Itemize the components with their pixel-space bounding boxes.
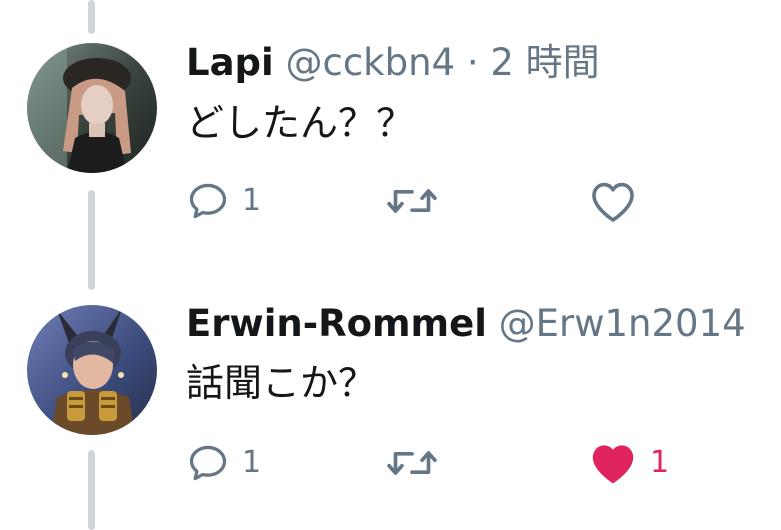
reply-count: 1 (242, 183, 262, 218)
retweet-icon (387, 189, 437, 213)
user-handle[interactable]: @Erw1n2014 (499, 302, 746, 345)
separator-dot: · (466, 41, 479, 84)
tweet[interactable]: Lapi @cckbn4 · 2 時間 どしたん？？ 1 (0, 0, 781, 260)
display-name[interactable]: Erwin-Rommel (186, 302, 487, 345)
user-avatar-photo-icon (27, 305, 157, 435)
reply-count: 1 (242, 445, 262, 480)
tweet-header: Erwin-Rommel @Erw1n2014 (186, 302, 746, 346)
tweet-header: Lapi @cckbn4 · 2 時間 (186, 41, 600, 85)
user-handle[interactable]: @cckbn4 (285, 41, 455, 84)
like-button[interactable]: 1 (588, 438, 669, 488)
timestamp[interactable]: 2 時間 (490, 41, 599, 84)
heart-filled-icon (592, 445, 634, 484)
retweet-button[interactable] (386, 176, 450, 226)
reply-button[interactable]: 1 (186, 176, 261, 226)
retweet-icon (387, 451, 437, 475)
heart-outline-icon (592, 182, 634, 222)
user-avatar-photo-icon (27, 43, 157, 173)
tweet[interactable]: Erwin-Rommel @Erw1n2014 話聞こか？ 1 1 (0, 260, 781, 530)
avatar[interactable] (27, 43, 157, 173)
like-count: 1 (650, 445, 670, 480)
tweet-text: 話聞こか？ (186, 361, 377, 405)
like-button[interactable] (588, 176, 650, 226)
reply-button[interactable]: 1 (186, 438, 261, 488)
display-name[interactable]: Lapi (186, 41, 274, 84)
reply-icon (189, 183, 227, 219)
retweet-button[interactable] (386, 438, 450, 488)
avatar[interactable] (27, 305, 157, 435)
reply-icon (189, 445, 227, 481)
tweet-text: どしたん？？ (186, 101, 415, 145)
